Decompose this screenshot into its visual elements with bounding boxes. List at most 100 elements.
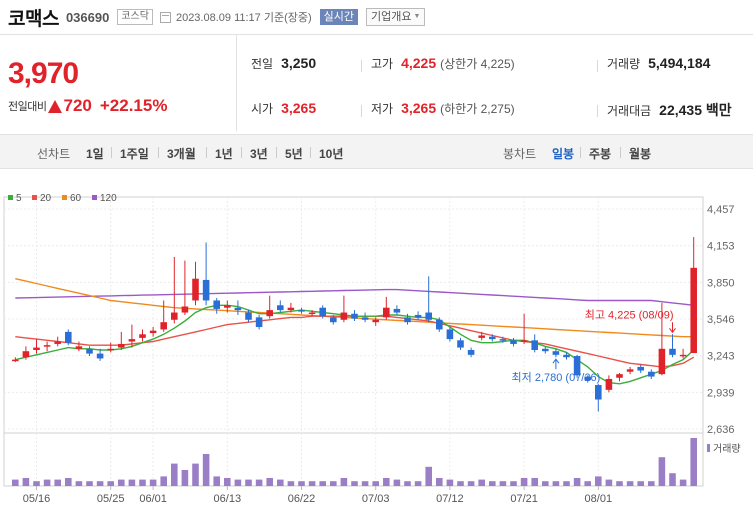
x-tick-label: 07/12 <box>436 493 464 505</box>
candle-body <box>510 340 517 344</box>
candle-body <box>595 385 602 400</box>
divider <box>310 147 311 158</box>
change-label: 전일대비 <box>8 101 47 113</box>
volume-bar <box>160 476 167 486</box>
candle-body <box>75 346 83 349</box>
volume-bar <box>457 481 464 486</box>
prev-close-value: 3,250 <box>281 55 317 71</box>
candle-body <box>404 317 411 323</box>
volume-bar <box>626 481 634 486</box>
period-weekly[interactable]: 주봉 <box>589 145 611 162</box>
period-5y[interactable]: 5년 <box>285 145 303 162</box>
period-1w[interactable]: 1주일 <box>120 145 149 162</box>
change-row: 전일대비 720 +22.15% <box>8 96 167 116</box>
divider <box>580 147 581 158</box>
y-tick-label: 3,850 <box>707 277 735 289</box>
volume-bar <box>128 479 136 486</box>
open-value: 3,265 <box>281 100 317 116</box>
period-10y[interactable]: 10년 <box>319 145 343 162</box>
x-tick-label: 05/25 <box>97 493 125 505</box>
ma60-line <box>15 278 694 338</box>
volume-bar <box>287 481 295 486</box>
candle-body <box>65 331 72 343</box>
volume-bar <box>467 481 475 486</box>
volume-bar <box>96 481 104 486</box>
low-value: 3,265 <box>401 100 437 116</box>
volume-bar <box>277 479 284 486</box>
candle-body <box>372 319 379 323</box>
volume-bar <box>340 478 348 486</box>
candle-body <box>383 307 390 318</box>
period-3m[interactable]: 3개월 <box>167 145 196 162</box>
volume-bar <box>361 481 369 486</box>
candle-body <box>96 353 104 359</box>
volume-bar <box>595 476 602 486</box>
divider <box>361 60 362 72</box>
x-tick-label: 07/03 <box>362 493 390 505</box>
quote-grid: 전일 3,250 고가 4,225 (상한가 4,225) 거래량 5,494,… <box>236 35 753 131</box>
candle-body <box>86 348 93 354</box>
candle-body <box>425 312 432 320</box>
period-1y[interactable]: 1년 <box>215 145 233 162</box>
high-cell: 고가 4,225 (상한가 4,225) <box>371 55 515 75</box>
candle-body <box>118 343 125 348</box>
company-info-label: 기업개요 <box>371 11 412 23</box>
legend-swatch <box>62 195 67 200</box>
open-cell: 시가 3,265 <box>251 100 316 120</box>
candle-body <box>160 322 167 330</box>
period-monthly[interactable]: 월봉 <box>629 145 651 162</box>
company-info-dropdown[interactable]: 기업개요 ▼ <box>366 8 426 26</box>
period-daily[interactable]: 일봉 <box>552 145 574 162</box>
open-label: 시가 <box>251 102 274 116</box>
divider <box>276 147 277 158</box>
low-cell: 저가 3,265 (하한가 2,275) <box>371 100 515 120</box>
period-3y[interactable]: 3년 <box>250 145 268 162</box>
up-arrow-icon <box>48 99 63 113</box>
volume-bar <box>351 481 358 486</box>
volume-bar <box>414 481 422 486</box>
current-price: 3,970 <box>8 57 79 90</box>
candle-body <box>690 267 697 354</box>
volume-bar <box>149 479 157 486</box>
legend-label: 20 <box>40 193 52 204</box>
candle-body <box>107 348 114 351</box>
divider <box>597 60 598 72</box>
x-tick-label: 07/21 <box>510 493 538 505</box>
high-value: 4,225 <box>401 55 437 71</box>
quote-datetime: 2023.08.09 11:17 기준(장중) <box>175 12 312 24</box>
quote-panel: 3,970 전일대비 720 +22.15% 전일 3,250 고가 4,225… <box>0 34 753 131</box>
candle-body <box>436 319 443 330</box>
high-annotation: 최고 4,225 (08/09) <box>585 308 674 321</box>
candle-body <box>287 307 295 311</box>
volume-bar <box>245 479 252 486</box>
volume-bar <box>372 481 379 486</box>
realtime-button[interactable]: 실시간 <box>319 9 359 25</box>
candle-body <box>393 308 401 313</box>
period-1d[interactable]: 1일 <box>86 145 104 162</box>
candlestick-chart[interactable]: 4,457 4,153 3,850 3,546 3,243 2,939 2,636 05/16… <box>0 188 753 516</box>
candle-body <box>266 310 273 317</box>
candle-body <box>563 354 570 358</box>
upper-limit: (상한가 4,225) <box>440 57 515 71</box>
candle-body <box>542 348 549 352</box>
volume-bar <box>658 457 666 486</box>
legend-label: 60 <box>70 193 82 204</box>
chevron-down-icon: ▼ <box>413 13 421 20</box>
stock-header: 코맥스 036690 코스닥 2023.08.09 11:17 기준(장중) 실… <box>0 0 753 34</box>
volume-bar <box>605 479 613 486</box>
divider <box>361 105 362 117</box>
ma120-line <box>15 288 694 306</box>
x-tick-label: 05/16 <box>23 493 51 505</box>
candle-body <box>43 345 51 347</box>
volume-bar <box>12 479 19 486</box>
volume-bar <box>319 481 326 486</box>
volume-bar <box>499 481 507 486</box>
volume-bar <box>298 481 305 486</box>
candle-body <box>626 369 634 372</box>
stock-name[interactable]: 코맥스 <box>8 4 59 31</box>
candle-body <box>467 349 475 355</box>
volume-bar <box>107 481 114 486</box>
candle-body <box>192 278 199 301</box>
candle-body <box>414 314 422 318</box>
candle-body <box>33 347 40 350</box>
